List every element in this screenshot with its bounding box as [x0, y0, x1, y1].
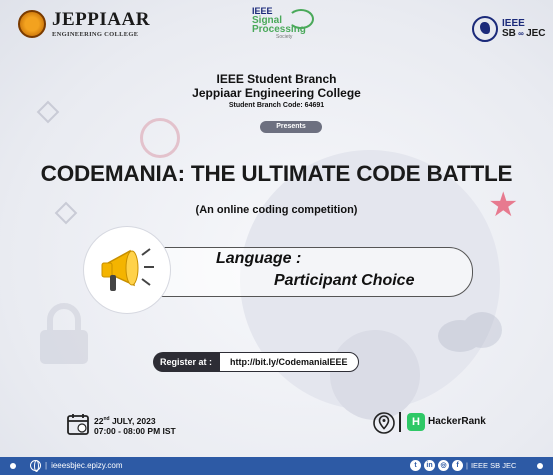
college-seal-icon	[18, 10, 46, 38]
ieee-sps-logo: IEEE Signal Processing Society	[252, 7, 332, 49]
globe-icon	[30, 460, 41, 472]
cloud-decoration-icon	[438, 312, 502, 352]
event-time: 07:00 - 08:00 PM IST	[94, 425, 176, 436]
event-poster: ★ JEPPIAAR ENGINEERING COLLEGE IEEE Sign…	[0, 0, 553, 475]
event-date-time: 22nd JULY, 2023 07:00 - 08:00 PM IST	[94, 414, 176, 436]
megaphone-badge	[84, 227, 170, 313]
facebook-icon[interactable]: f	[452, 460, 463, 471]
event-title: CODEMANIA: THE ULTIMATE CODE BATTLE	[40, 161, 513, 186]
background-circle-small	[330, 330, 420, 420]
location-pin-icon	[373, 412, 395, 434]
college-subtitle: ENGINEERING COLLEGE	[52, 31, 139, 38]
sps-swirl-icon	[288, 9, 314, 29]
registration: Register at : http://bit.ly/CodemaniaIEE…	[153, 352, 359, 372]
college-full-name: Jeppiaar Engineering College	[192, 86, 361, 100]
platform-name: HackerRank	[428, 416, 486, 427]
jeppiaar-logo: JEPPIAAR ENGINEERING COLLEGE	[18, 10, 150, 38]
twitter-icon[interactable]: t	[410, 460, 421, 471]
instagram-icon[interactable]: ◎	[438, 460, 449, 471]
sb-line3: JEC	[526, 28, 546, 39]
hackerrank-logo-icon: H	[407, 413, 425, 431]
presents-badge: Presents	[260, 121, 322, 133]
branch-code: Student Branch Code: 64691	[228, 102, 325, 109]
footer-dot	[10, 463, 16, 469]
linkedin-icon[interactable]: in	[424, 460, 435, 471]
college-name: JEPPIAAR	[52, 9, 150, 30]
language-label: Language :	[216, 250, 302, 267]
register-label: Register at :	[153, 352, 220, 372]
footer-bar: | ieeesbjec.epizy.com t in ◎ f | IEEE SB…	[0, 457, 553, 475]
ring-decoration	[140, 118, 180, 158]
website: | ieeesbjec.epizy.com	[30, 460, 123, 472]
venue-separator	[399, 412, 401, 432]
date-month-year: JULY, 2023	[109, 415, 156, 426]
social-links: t in ◎ f | IEEE SB JEC	[410, 460, 516, 471]
globe-icon	[472, 16, 498, 42]
social-handle: IEEE SB JEC	[470, 461, 517, 470]
footer-dot	[537, 463, 543, 469]
sb-line2: SB	[502, 28, 516, 39]
megaphone-icon	[101, 248, 154, 291]
language-value: Participant Choice	[274, 272, 415, 289]
event-subtitle: (An online coding competition)	[195, 204, 358, 216]
register-link[interactable]: http://bit.ly/CodemaniaIEEE	[219, 352, 359, 372]
branch-name: IEEE Student Branch	[216, 72, 337, 86]
calendar-icon	[67, 414, 89, 435]
website-url[interactable]: ieeesbjec.epizy.com	[51, 461, 122, 470]
ieee-sb-jec-logo: IEEE SB ∞ JEC	[472, 16, 546, 42]
